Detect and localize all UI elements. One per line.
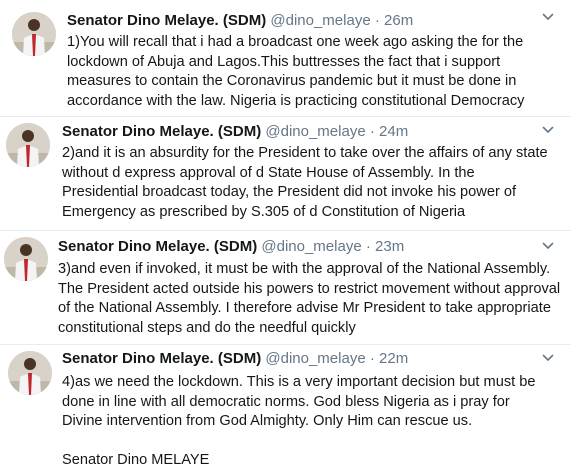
handle[interactable]: @dino_melaye bbox=[265, 123, 365, 140]
separator-dot: · bbox=[365, 238, 371, 255]
avatar[interactable] bbox=[6, 123, 50, 167]
display-name[interactable]: Senator Dino Melaye. (SDM) bbox=[62, 350, 261, 367]
tweet-text: 4)as we need the lockdown. This is a ver… bbox=[62, 374, 536, 465]
tweet-header: Senator Dino Melaye. (SDM) @dino_melaye … bbox=[62, 122, 408, 142]
chevron-down-icon[interactable] bbox=[541, 351, 555, 365]
avatar[interactable] bbox=[12, 12, 56, 56]
tweet-thread: Senator Dino Melaye. (SDM) @dino_melaye … bbox=[0, 0, 571, 465]
timestamp[interactable]: 23m bbox=[375, 238, 404, 255]
handle[interactable]: @dino_melaye bbox=[265, 350, 365, 367]
tweet-4[interactable]: Senator Dino Melaye. (SDM) @dino_melaye … bbox=[0, 344, 571, 465]
tweet-header: Senator Dino Melaye. (SDM) @dino_melaye … bbox=[67, 11, 413, 31]
tweet-text: 1)You will recall that i had a broadcast… bbox=[67, 34, 528, 109]
tweet-header: Senator Dino Melaye. (SDM) @dino_melaye … bbox=[58, 237, 404, 257]
tweet-text: 2)and it is an absurdity for the Preside… bbox=[62, 145, 552, 220]
chevron-down-icon[interactable] bbox=[541, 239, 555, 253]
timestamp[interactable]: 22m bbox=[379, 350, 408, 367]
display-name[interactable]: Senator Dino Melaye. (SDM) bbox=[67, 12, 266, 29]
handle[interactable]: @dino_melaye bbox=[261, 238, 361, 255]
tweet-1[interactable]: Senator Dino Melaye. (SDM) @dino_melaye … bbox=[0, 0, 571, 118]
separator-dot: · bbox=[369, 350, 375, 367]
timestamp[interactable]: 26m bbox=[384, 12, 413, 29]
tweet-2[interactable]: Senator Dino Melaye. (SDM) @dino_melaye … bbox=[0, 116, 571, 230]
separator-dot: · bbox=[374, 12, 380, 29]
avatar[interactable] bbox=[8, 351, 52, 395]
chevron-down-icon[interactable] bbox=[541, 123, 555, 137]
display-name[interactable]: Senator Dino Melaye. (SDM) bbox=[58, 238, 257, 255]
tweet-header: Senator Dino Melaye. (SDM) @dino_melaye … bbox=[62, 349, 408, 369]
display-name[interactable]: Senator Dino Melaye. (SDM) bbox=[62, 123, 261, 140]
timestamp[interactable]: 24m bbox=[379, 123, 408, 140]
tweet-text: 3)and even if invoked, it must be with t… bbox=[58, 261, 565, 336]
separator-dot: · bbox=[369, 123, 375, 140]
handle[interactable]: @dino_melaye bbox=[270, 12, 370, 29]
chevron-down-icon[interactable] bbox=[541, 10, 555, 24]
avatar[interactable] bbox=[4, 237, 48, 281]
tweet-3[interactable]: Senator Dino Melaye. (SDM) @dino_melaye … bbox=[0, 230, 571, 344]
